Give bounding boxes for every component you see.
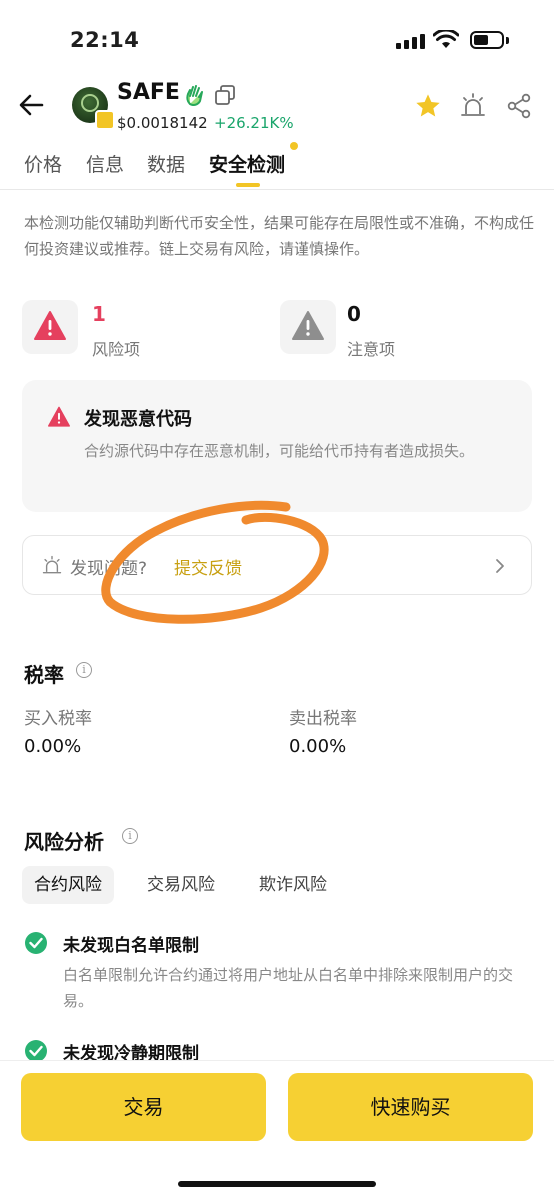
- notice-count-label: 注意项: [347, 340, 396, 359]
- copy-icon[interactable]: [214, 84, 236, 106]
- risk-analysis-title: 风险分析: [24, 830, 104, 854]
- battery-cap: [506, 37, 509, 44]
- token-name: SAFE: [117, 80, 180, 105]
- tab-price[interactable]: 价格: [24, 150, 62, 177]
- tab-security-check[interactable]: 安全检测: [209, 150, 285, 177]
- tab-trade-risk[interactable]: 交易风险: [147, 866, 215, 904]
- feedback-bell-icon: [42, 555, 62, 574]
- tab-contract-risk[interactable]: 合约风险: [22, 866, 114, 904]
- check-circle-icon: [25, 932, 47, 954]
- trade-button[interactable]: 交易: [21, 1073, 266, 1141]
- buy-tax-value: 0.00%: [24, 736, 82, 757]
- tab-divider: [0, 189, 554, 190]
- battery-icon: [470, 31, 504, 49]
- sell-tax-label: 卖出税率: [289, 709, 357, 729]
- tab-new-dot: [290, 142, 298, 150]
- tab-info[interactable]: 信息: [86, 150, 124, 177]
- status-time: 22:14: [70, 28, 140, 52]
- alert-title: 发现恶意代码: [84, 409, 192, 430]
- risk-count-label: 风险项: [92, 340, 141, 359]
- risk-warning-icon: [34, 311, 66, 340]
- chain-badge-icon: [95, 110, 115, 130]
- token-price: $0.0018142: [117, 114, 208, 132]
- risk-count: 1: [92, 302, 106, 326]
- tax-section-title: 税率: [24, 663, 64, 687]
- tab-data[interactable]: 数据: [147, 150, 185, 177]
- cellular-signal-icon: [396, 33, 426, 49]
- alert-description: 合约源代码中存在恶意机制，可能给代币持有者造成损失。: [84, 442, 475, 460]
- buy-tax-label: 买入税率: [24, 709, 92, 729]
- home-indicator[interactable]: [178, 1181, 376, 1187]
- price-alert-icon[interactable]: [460, 92, 486, 118]
- danger-icon: [48, 406, 70, 427]
- sell-tax-value: 0.00%: [289, 736, 347, 757]
- price-change: +26.21K%: [214, 114, 294, 132]
- quick-buy-button[interactable]: 快速购买: [288, 1073, 533, 1141]
- risk-analysis-info-icon[interactable]: i: [122, 828, 138, 844]
- risk-item-title: 未发现白名单限制: [63, 936, 199, 956]
- notice-warning-icon: [292, 311, 324, 340]
- orange-circle-annotation: [101, 500, 329, 624]
- tab-fraud-risk[interactable]: 欺诈风险: [259, 866, 327, 904]
- wifi-icon: [433, 30, 459, 48]
- risk-item-description: 白名单限制允许合约通过将用户地址从白名单中排除来限制用户的交易。: [63, 966, 514, 1010]
- back-arrow-icon[interactable]: [18, 90, 44, 120]
- share-icon[interactable]: [506, 93, 532, 119]
- security-disclaimer: 本检测功能仅辅助判断代币安全性，结果可能存在局限性或不准确，不构成任何投资建议或…: [24, 214, 535, 258]
- tax-info-icon[interactable]: i: [76, 662, 92, 678]
- risk-count-box: [22, 300, 78, 354]
- active-tab-indicator: [236, 183, 260, 187]
- chevron-right-icon: [496, 559, 504, 573]
- star-icon[interactable]: [414, 92, 442, 120]
- notice-count-box: [280, 300, 336, 354]
- check-circle-icon: [25, 1040, 47, 1062]
- notice-count: 0: [347, 302, 361, 326]
- hand-wave-icon: [186, 85, 203, 106]
